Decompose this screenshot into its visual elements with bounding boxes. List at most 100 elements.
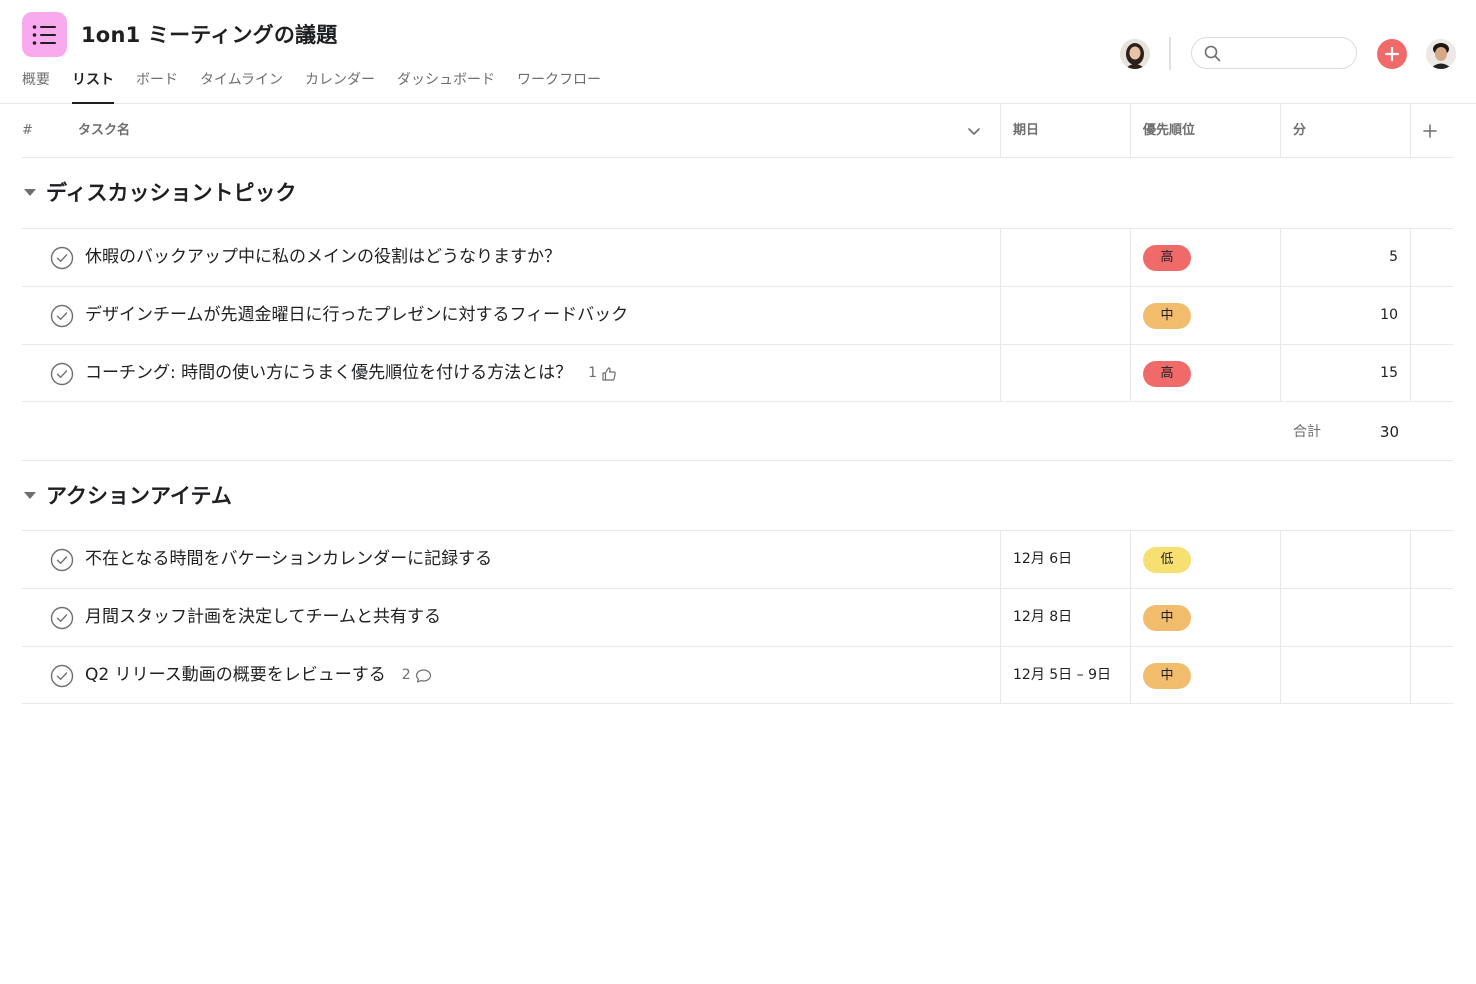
task-due-date[interactable]: 12月 5日 – 9日 [1013, 647, 1111, 704]
column-divider [1280, 104, 1281, 158]
section-header-discussion[interactable]: ディスカッショントピック [22, 177, 297, 207]
add-button[interactable] [1377, 39, 1407, 69]
cell-divider [1410, 531, 1411, 588]
cell-divider [1130, 287, 1131, 344]
column-divider [1000, 104, 1001, 158]
cell-divider [1130, 345, 1131, 402]
priority-badge[interactable]: 中 [1143, 303, 1191, 329]
cell-divider [1130, 531, 1131, 588]
thumbs-up-icon [602, 366, 616, 381]
cell-divider [1410, 287, 1411, 344]
check-circle-icon[interactable] [50, 664, 74, 688]
column-header-minutes[interactable]: 分 [1293, 104, 1306, 158]
priority-badge[interactable]: 低 [1143, 547, 1191, 573]
task-name[interactable]: 休暇のバックアップ中に私のメインの役割はどうなりますか？ [85, 229, 561, 286]
task-name[interactable]: 不在となる時間をバケーションカレンダーに記録する [85, 531, 492, 588]
cell-divider [1130, 229, 1131, 286]
task-minutes[interactable] [1282, 647, 1398, 704]
cell-divider [1280, 647, 1281, 704]
task-name[interactable]: デザインチームが先週金曜日に行ったプレゼンに対するフィードバック [85, 287, 628, 344]
comment-count[interactable]: 2 [402, 647, 432, 704]
task-minutes[interactable] [1282, 589, 1398, 646]
project-header: 1on1 ミーティングの議題 概要 リスト ボード タイムライン カレンダー ダ… [0, 0, 1476, 104]
task-due-date[interactable]: 12月 6日 [1013, 531, 1072, 588]
check-circle-icon[interactable] [50, 362, 74, 386]
total-value: 30 [1379, 423, 1399, 441]
cell-divider [1000, 229, 1001, 286]
tab-calendar[interactable]: カレンダー [305, 70, 375, 104]
search-input[interactable] [1226, 42, 1346, 64]
cell-divider [1410, 229, 1411, 286]
table-row[interactable]: コーチング: 時間の使い方にうまく優先順位を付ける方法とは？ 1 高 15 [22, 344, 1453, 402]
table-row[interactable]: 月間スタッフ計画を決定してチームと共有する 12月 8日 中 [22, 588, 1453, 646]
cell-divider [1280, 345, 1281, 402]
table-row[interactable]: デザインチームが先週金曜日に行ったプレゼンに対するフィードバック 中 10 [22, 286, 1453, 344]
task-name[interactable]: 月間スタッフ計画を決定してチームと共有する [85, 589, 441, 646]
table-row[interactable]: 不在となる時間をバケーションカレンダーに記録する 12月 6日 低 [22, 530, 1453, 588]
section-title: アクションアイテム [46, 484, 232, 508]
chevron-down-icon[interactable] [966, 123, 982, 139]
cell-divider [1410, 647, 1411, 704]
column-divider [1130, 104, 1131, 158]
member-avatar[interactable] [1120, 39, 1150, 69]
cell-divider [1000, 345, 1001, 402]
tab-dashboard[interactable]: ダッシュボード [397, 70, 495, 104]
tab-overview[interactable]: 概要 [22, 70, 50, 104]
task-minutes[interactable]: 15 [1282, 345, 1398, 402]
table-row[interactable]: 休暇のバックアップ中に私のメインの役割はどうなりますか？ 高 5 [22, 228, 1453, 286]
column-divider [1410, 104, 1411, 158]
priority-badge[interactable]: 中 [1143, 605, 1191, 631]
column-header-due-date[interactable]: 期日 [1013, 104, 1039, 158]
cell-divider [1280, 531, 1281, 588]
tab-list[interactable]: リスト [72, 70, 114, 104]
cell-divider [1410, 345, 1411, 402]
search-icon [1204, 45, 1221, 62]
cell-divider [1130, 647, 1131, 704]
total-label: 合計 [1293, 424, 1321, 440]
tab-workflow[interactable]: ワークフロー [517, 70, 601, 104]
cell-divider [1280, 229, 1281, 286]
tab-timeline[interactable]: タイムライン [200, 70, 283, 104]
check-circle-icon[interactable] [50, 548, 74, 572]
check-circle-icon[interactable] [50, 304, 74, 328]
table-header: # タスク名 期日 優先順位 分 [22, 104, 1453, 158]
user-avatar[interactable] [1426, 39, 1456, 69]
task-minutes[interactable]: 5 [1282, 229, 1398, 286]
comment-icon [415, 668, 431, 683]
check-circle-icon[interactable] [50, 606, 74, 630]
plus-icon [1384, 46, 1400, 62]
priority-badge[interactable]: 中 [1143, 663, 1191, 689]
task-name[interactable]: コーチング: 時間の使い方にうまく優先順位を付ける方法とは？ 1 [85, 345, 617, 402]
cell-divider [1130, 589, 1131, 646]
cell-divider [1000, 287, 1001, 344]
priority-badge[interactable]: 高 [1143, 361, 1191, 387]
check-circle-icon[interactable] [50, 246, 74, 270]
task-name[interactable]: Q2 リリース動画の概要をレビューする 2 [85, 647, 432, 704]
tab-board[interactable]: ボード [136, 70, 178, 104]
task-due-date[interactable]: 12月 8日 [1013, 589, 1072, 646]
cell-divider [1280, 287, 1281, 344]
cell-divider [1280, 589, 1281, 646]
table-row[interactable]: Q2 リリース動画の概要をレビューする 2 12月 5日 – 9日 中 [22, 646, 1453, 704]
cell-divider [1000, 589, 1001, 646]
list-app-icon[interactable] [22, 12, 67, 57]
search-bar[interactable] [1191, 37, 1357, 69]
column-header-task-name[interactable]: タスク名 [78, 104, 130, 158]
caret-down-icon[interactable] [24, 491, 36, 499]
task-minutes[interactable] [1282, 531, 1398, 588]
section-header-action-items[interactable]: アクションアイテム [22, 480, 232, 510]
section-total-row: 合計 30 [22, 403, 1453, 461]
project-tabs: 概要 リスト ボード タイムライン カレンダー ダッシュボード ワークフロー [22, 70, 623, 104]
priority-badge[interactable]: 高 [1143, 245, 1191, 271]
project-title[interactable]: 1on1 ミーティングの議題 [81, 19, 337, 49]
like-count-value: 1 [588, 365, 598, 381]
task-minutes[interactable]: 10 [1282, 287, 1398, 344]
comment-count-value: 2 [401, 667, 411, 683]
caret-down-icon[interactable] [24, 188, 36, 196]
cell-divider [1000, 531, 1001, 588]
cell-divider [1410, 589, 1411, 646]
add-column-plus-icon[interactable] [1422, 123, 1438, 139]
cell-divider [1000, 647, 1001, 704]
like-count[interactable]: 1 [588, 345, 617, 402]
column-header-priority[interactable]: 優先順位 [1143, 104, 1195, 158]
